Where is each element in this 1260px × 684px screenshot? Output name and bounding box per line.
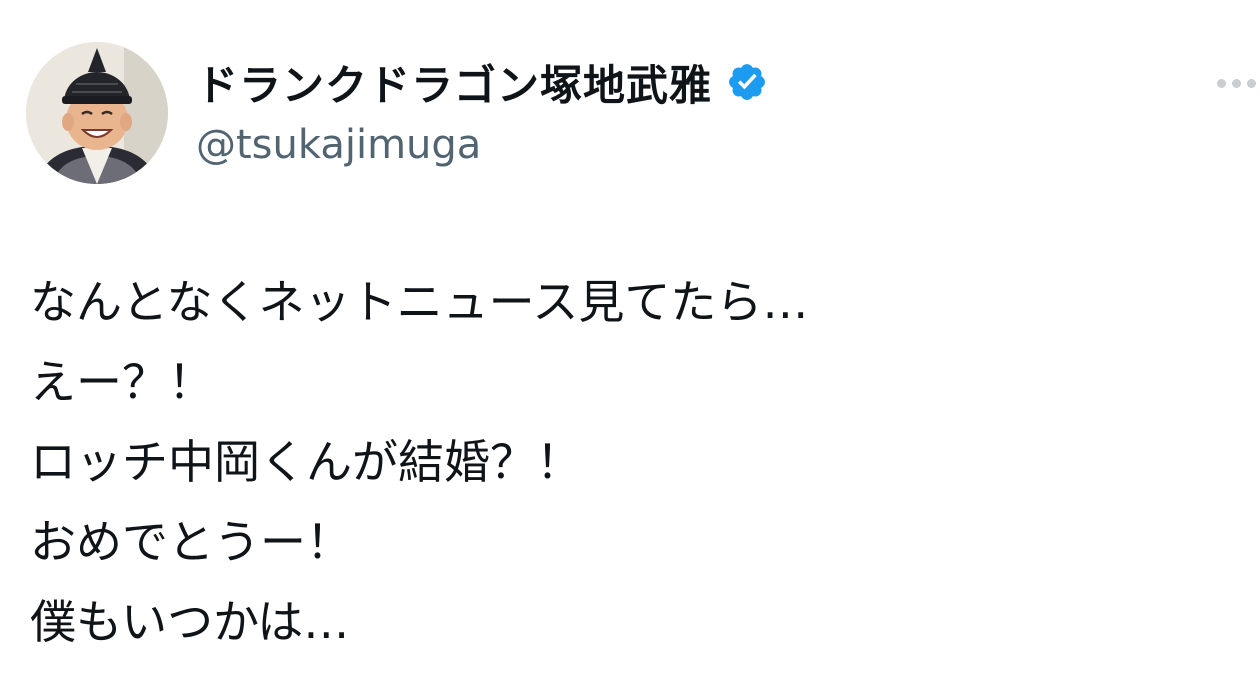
tweet: ドランクドラゴン塚地武雅 @tsukajimuga なんとなくネットニュース見て… xyxy=(0,0,1260,684)
profile-photo-icon xyxy=(26,42,168,184)
tweet-line-4: おめでとうー！ xyxy=(30,515,352,569)
dot xyxy=(1216,78,1226,88)
tweet-line-1: なんとなくネットニュース見てたら… xyxy=(30,275,809,329)
verified-badge-icon xyxy=(726,61,768,103)
tweet-line-3: ロッチ中岡くんが結婚？！ xyxy=(30,435,582,489)
author-names: ドランクドラゴン塚地武雅 @tsukajimuga xyxy=(196,56,768,168)
handle[interactable]: @tsukajimuga xyxy=(196,122,768,168)
display-name-row: ドランクドラゴン塚地武雅 xyxy=(196,56,768,110)
more-dots-icon[interactable] xyxy=(1206,68,1260,98)
dot xyxy=(1231,78,1241,88)
tweet-header: ドランクドラゴン塚地武雅 @tsukajimuga xyxy=(26,42,1256,184)
tweet-line-5: 僕もいつかは… xyxy=(30,595,350,649)
avatar[interactable] xyxy=(26,42,168,184)
dot xyxy=(1246,78,1256,88)
tweet-text: なんとなくネットニュース見てたら… えー？！ ロッチ中岡くんが結婚？！ おめでと… xyxy=(30,262,1230,662)
tweet-line-2: えー？！ xyxy=(30,355,214,409)
display-name[interactable]: ドランクドラゴン塚地武雅 xyxy=(196,52,712,113)
